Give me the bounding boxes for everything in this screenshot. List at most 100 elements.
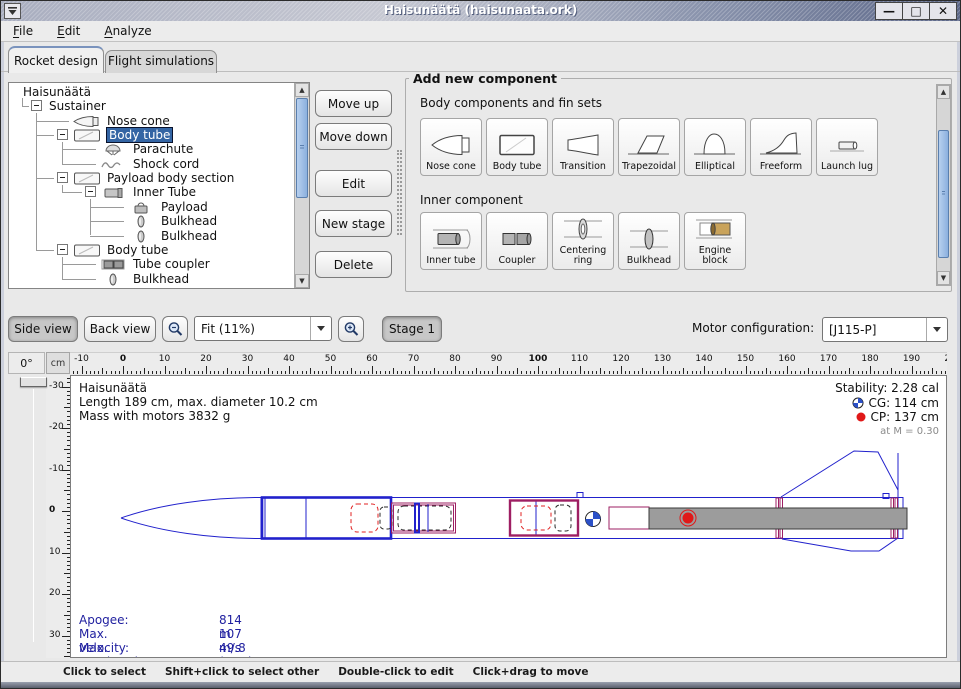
tree-item-shock-cord[interactable]: Shock cord bbox=[9, 157, 294, 171]
tree-item-tube-coupler[interactable]: Tube coupler bbox=[9, 257, 294, 271]
title-bar[interactable]: Haisunäätä (haisunaata.ork) —□✕ bbox=[1, 1, 960, 21]
stage-1-toggle[interactable]: Stage 1 bbox=[382, 316, 442, 342]
tree-item-nose-cone[interactable]: Nose cone bbox=[9, 114, 294, 128]
tree-scrollbar-thumb[interactable] bbox=[296, 98, 308, 198]
tree-expand-toggle[interactable] bbox=[57, 244, 68, 255]
add-centering-ring-button[interactable]: Centering ring bbox=[552, 212, 614, 270]
magnifier-minus-icon bbox=[167, 321, 184, 338]
tree-item-parachute[interactable]: Parachute bbox=[9, 142, 294, 156]
component-button-label: Freeform bbox=[760, 162, 802, 172]
zoom-out-button[interactable] bbox=[162, 316, 188, 342]
elliptical-fin-icon bbox=[692, 131, 738, 162]
ruler-tick bbox=[376, 371, 377, 374]
component-scrollbar-thumb[interactable] bbox=[938, 130, 949, 258]
ruler-tick bbox=[401, 371, 402, 374]
trapezoidal-fin-icon bbox=[626, 131, 672, 162]
ruler-tick bbox=[223, 371, 224, 374]
ruler-tick bbox=[115, 371, 116, 374]
component-tree[interactable]: HaisunäätäSustainerNose coneBody tubePar… bbox=[9, 83, 294, 288]
ruler-tick bbox=[239, 371, 240, 374]
tree-item-body-tube[interactable]: Body tube bbox=[9, 243, 294, 257]
split-divider-handle[interactable] bbox=[397, 150, 402, 235]
tree-item-bulkhead[interactable]: Bulkhead bbox=[9, 272, 294, 286]
zoom-combo[interactable]: Fit (11%) bbox=[194, 316, 332, 341]
tab-rocket-design[interactable]: Rocket design bbox=[8, 46, 104, 73]
rotation-slider[interactable] bbox=[8, 375, 45, 658]
side-view-button[interactable]: Side view bbox=[8, 316, 78, 342]
ruler-tick bbox=[438, 371, 439, 374]
ruler-tick bbox=[725, 368, 726, 374]
ruler-tick bbox=[816, 371, 817, 374]
delete-button[interactable]: Delete bbox=[315, 251, 392, 278]
ruler-tick bbox=[895, 371, 896, 374]
ruler-tick bbox=[252, 371, 253, 374]
tab-flight-simulations[interactable]: Flight simulations bbox=[105, 50, 217, 73]
add-launch-lug-button[interactable]: Launch lug bbox=[816, 118, 878, 176]
scroll-up-icon[interactable]: ▲ bbox=[295, 83, 309, 97]
ruler-tick bbox=[326, 371, 327, 374]
ruler-tick bbox=[289, 366, 290, 374]
tree-item-payload[interactable]: Payload bbox=[9, 200, 294, 214]
ruler-tick bbox=[343, 371, 344, 374]
add-elliptical-button[interactable]: Elliptical bbox=[684, 118, 746, 176]
rocket-canvas[interactable]: Haisunäätä Length 189 cm, max. diameter … bbox=[70, 375, 947, 658]
add-coupler-button[interactable]: Coupler bbox=[486, 212, 548, 270]
add-engine-block-button[interactable]: Engine block bbox=[684, 212, 746, 270]
tree-expand-toggle[interactable] bbox=[85, 186, 96, 197]
scroll-down-icon[interactable]: ▼ bbox=[937, 271, 950, 285]
tree-item-payload-body-section[interactable]: Payload body section bbox=[9, 171, 294, 185]
component-scrollbar[interactable]: ▲ ▼ bbox=[936, 84, 951, 286]
close-button[interactable]: ✕ bbox=[929, 2, 957, 20]
ruler-label: 90 bbox=[491, 354, 502, 364]
add-bulkhead-button[interactable]: Bulkhead bbox=[618, 212, 680, 270]
zoom-in-button[interactable] bbox=[338, 316, 364, 342]
add-freeform-button[interactable]: Freeform bbox=[750, 118, 812, 176]
tree-item-haisunäätä[interactable]: Haisunäätä bbox=[9, 85, 294, 99]
rotation-slider-handle[interactable] bbox=[20, 377, 47, 387]
add-trapezoidal-button[interactable]: Trapezoidal bbox=[618, 118, 680, 176]
tree-item-inner-tube[interactable]: Inner Tube bbox=[9, 185, 294, 199]
ruler-tick bbox=[82, 366, 83, 374]
tree-expand-toggle[interactable] bbox=[31, 100, 42, 111]
menu-file[interactable]: File bbox=[13, 24, 33, 38]
ruler-label: 120 bbox=[612, 354, 629, 364]
tree-item-label: Bulkhead bbox=[161, 214, 217, 228]
ruler-tick bbox=[687, 371, 688, 374]
add-inner-tube-button[interactable]: Inner tube bbox=[420, 212, 482, 270]
centering-ring-icon bbox=[560, 215, 606, 246]
ruler-tick bbox=[858, 371, 859, 374]
ruler-tick bbox=[272, 371, 273, 374]
menu-edit[interactable]: Edit bbox=[57, 24, 80, 38]
ruler-tick bbox=[575, 371, 576, 374]
ruler-tick bbox=[206, 366, 207, 374]
ruler-label: 100 bbox=[529, 354, 548, 364]
ruler-tick bbox=[355, 371, 356, 374]
back-view-button[interactable]: Back view bbox=[84, 316, 156, 342]
menu-analyze[interactable]: Analyze bbox=[104, 24, 151, 38]
move-down-button[interactable]: Move down bbox=[315, 123, 392, 150]
maximize-button[interactable]: □ bbox=[902, 2, 930, 20]
ruler-tick bbox=[704, 366, 705, 374]
motor-configuration-combo[interactable]: [J115-P] bbox=[822, 317, 948, 342]
section-label: Inner component bbox=[420, 193, 523, 207]
move-up-button[interactable]: Move up bbox=[315, 90, 392, 117]
tree-item-sustainer[interactable]: Sustainer bbox=[9, 99, 294, 113]
ruler-tick bbox=[820, 371, 821, 374]
tree-expand-toggle[interactable] bbox=[57, 172, 68, 183]
edit-button[interactable]: Edit bbox=[315, 170, 392, 197]
tree-item-bulkhead[interactable]: Bulkhead bbox=[9, 229, 294, 243]
tree-item-body-tube[interactable]: Body tube bbox=[9, 128, 294, 142]
ruler-tick bbox=[654, 371, 655, 374]
ruler-tick bbox=[667, 371, 668, 374]
scroll-down-icon[interactable]: ▼ bbox=[295, 274, 309, 288]
tree-expand-toggle[interactable] bbox=[57, 129, 68, 140]
scroll-up-icon[interactable]: ▲ bbox=[937, 85, 950, 99]
add-nose-cone-button[interactable]: Nose cone bbox=[420, 118, 482, 176]
new-stage-button[interactable]: New stage bbox=[315, 210, 392, 237]
add-body-tube-button[interactable]: Body tube bbox=[486, 118, 548, 176]
tree-item-bulkhead[interactable]: Bulkhead bbox=[9, 214, 294, 228]
hint-text: Double-click to edit bbox=[338, 666, 453, 678]
tree-scrollbar[interactable]: ▲ ▼ bbox=[294, 83, 309, 288]
add-transition-button[interactable]: Transition bbox=[552, 118, 614, 176]
minimize-button[interactable]: — bbox=[875, 2, 903, 20]
